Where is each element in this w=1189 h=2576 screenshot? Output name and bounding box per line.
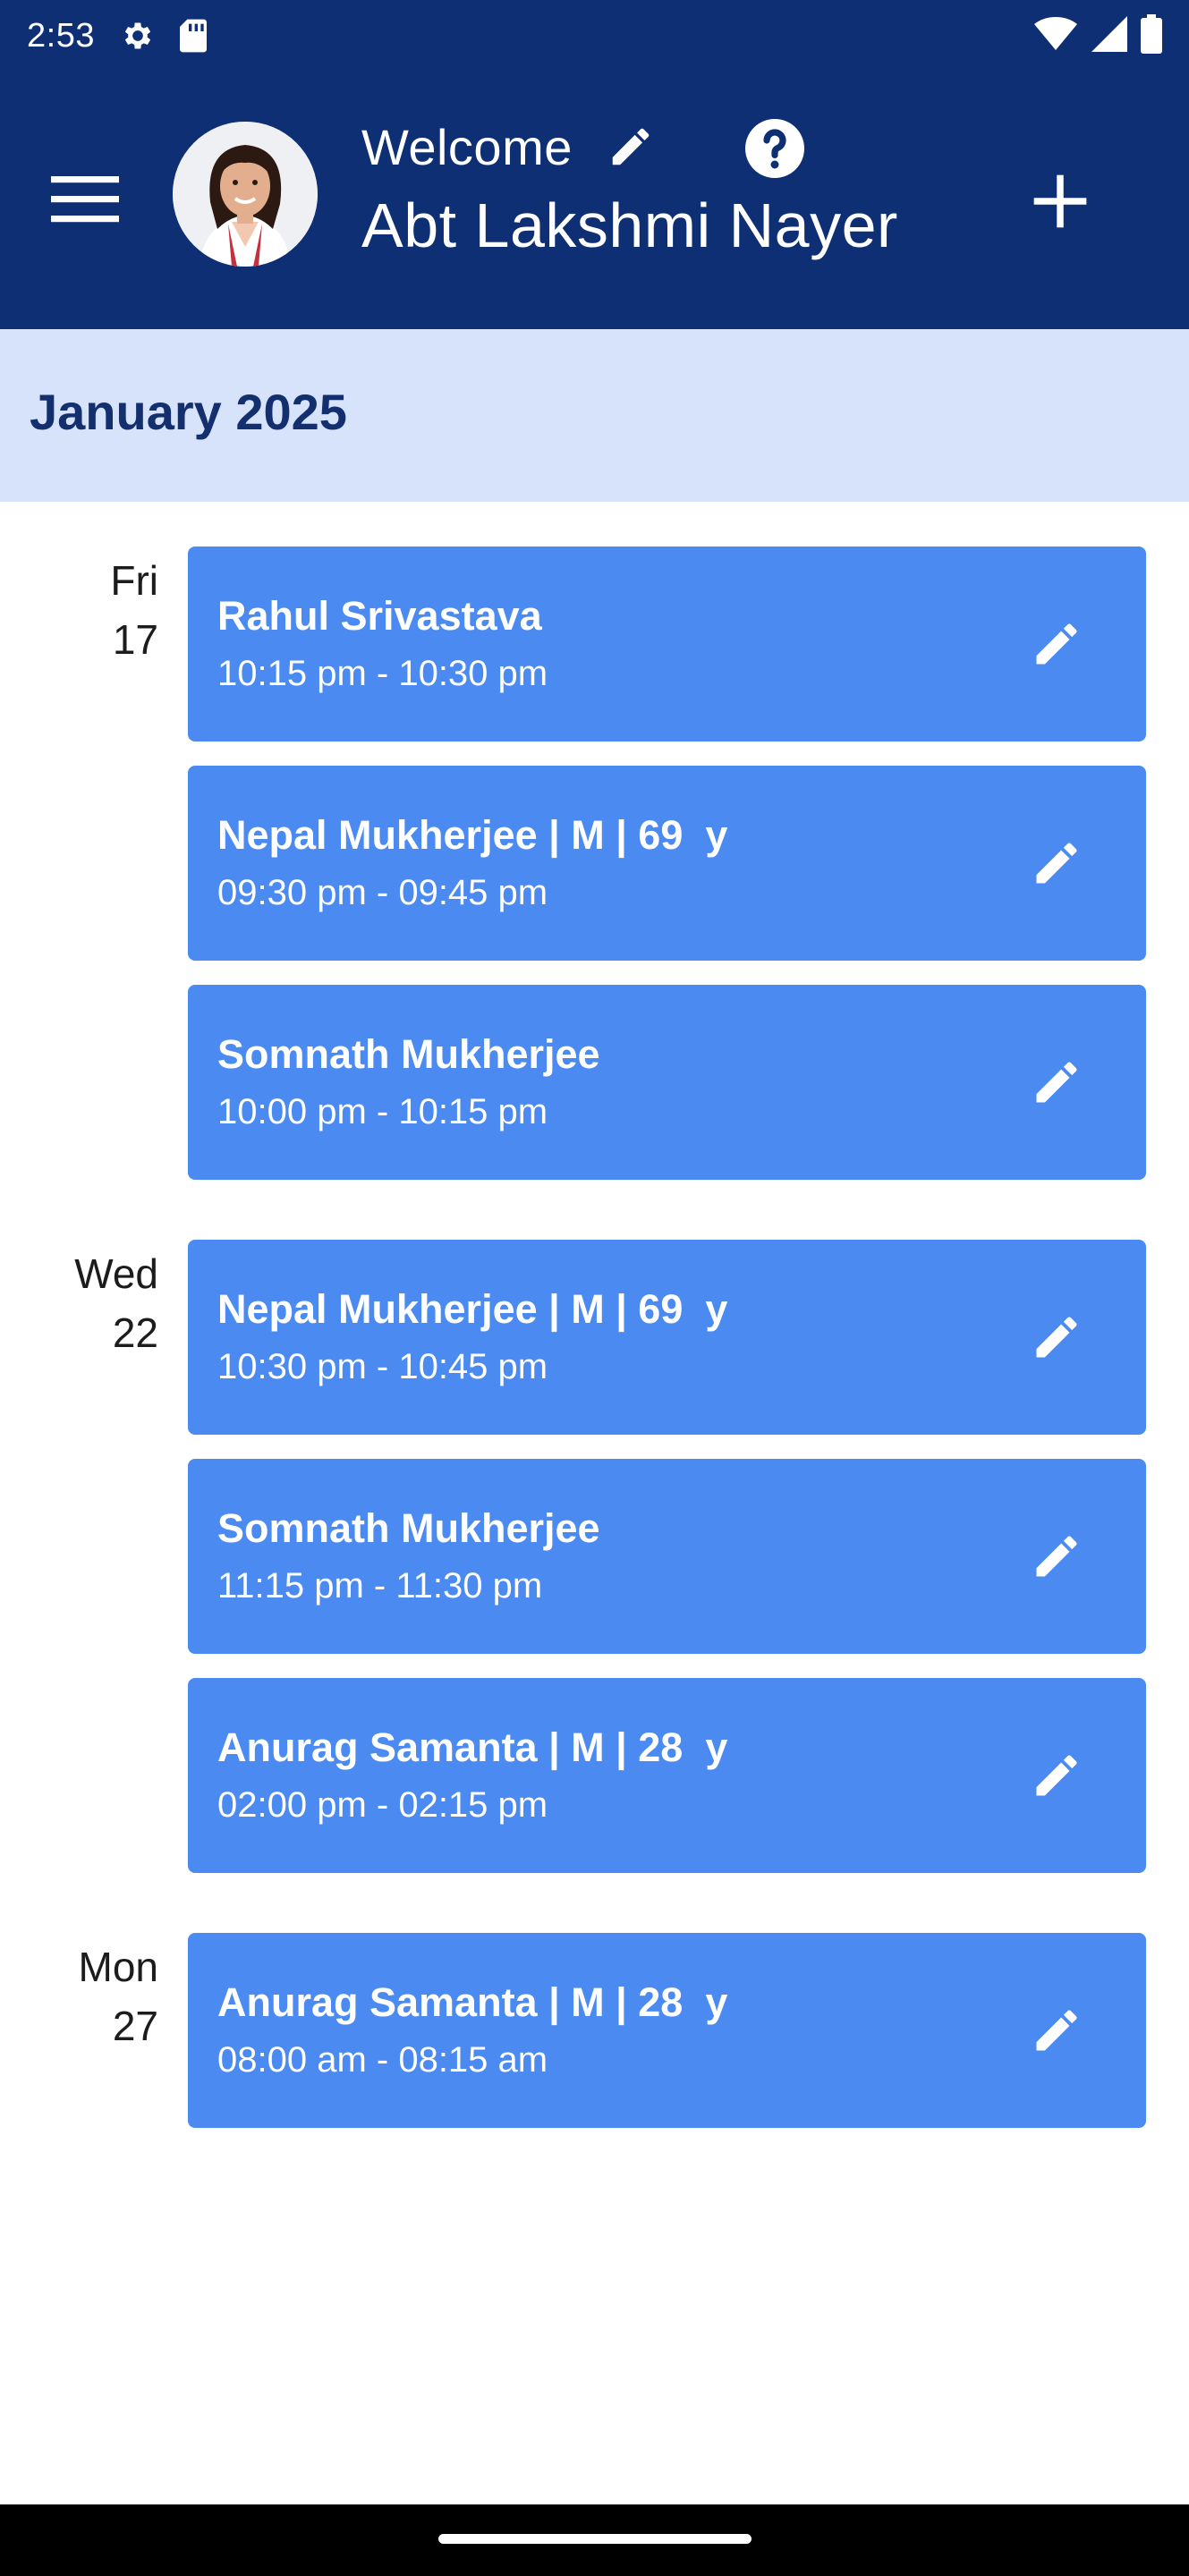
appointment-card[interactable]: Nepal Mukherjee | M | 69 y 10:30 pm - 10… xyxy=(188,1240,1146,1435)
pencil-icon xyxy=(1036,843,1077,884)
appointment-card[interactable]: Rahul Srivastava 10:15 pm - 10:30 pm xyxy=(188,547,1146,741)
appointment-title: Rahul Srivastava xyxy=(217,593,542,639)
pencil-icon xyxy=(1036,1317,1077,1358)
appointment-time: 10:15 pm - 10:30 pm xyxy=(217,654,548,693)
edit-appointment-button[interactable] xyxy=(1021,608,1092,680)
day-weekday: Mon xyxy=(78,1944,158,1990)
status-indicators xyxy=(1033,13,1162,58)
user-avatar[interactable] xyxy=(173,122,318,267)
help-button[interactable] xyxy=(743,116,807,181)
edit-appointment-button[interactable] xyxy=(1021,1301,1092,1373)
appointment-time: 08:00 am - 08:15 am xyxy=(217,2040,548,2080)
edit-profile-button[interactable] xyxy=(599,115,662,178)
pencil-icon xyxy=(1036,2010,1077,2051)
day-weekday: Fri xyxy=(110,557,158,604)
battery-icon xyxy=(1141,13,1162,58)
day-label: Fri 17 xyxy=(24,551,158,669)
menu-button[interactable] xyxy=(49,168,121,231)
edit-appointment-button[interactable] xyxy=(1021,1740,1092,1811)
day-label: Wed 22 xyxy=(24,1244,158,1362)
edit-appointment-button[interactable] xyxy=(1021,1046,1092,1118)
appointment-card[interactable]: Anurag Samanta | M | 28 y 02:00 pm - 02:… xyxy=(188,1678,1146,1873)
plus-icon xyxy=(1033,174,1087,228)
appointment-time: 10:30 pm - 10:45 pm xyxy=(217,1347,548,1386)
welcome-row: Welcome xyxy=(361,114,662,179)
appointment-time: 11:15 pm - 11:30 pm xyxy=(217,1566,543,1606)
edit-appointment-button[interactable] xyxy=(1021,1521,1092,1592)
appointment-title: Nepal Mukherjee | M | 69 y xyxy=(217,812,728,858)
schedule-screen: 2:53 Welcome Abt Lakshmi Nayer January 2… xyxy=(0,0,1189,2576)
appointment-card[interactable]: Anurag Samanta | M | 28 y 08:00 am - 08:… xyxy=(188,1933,1146,2128)
appointment-title: Nepal Mukherjee | M | 69 y xyxy=(217,1286,728,1332)
signal-icon xyxy=(1091,15,1128,56)
gear-icon xyxy=(118,16,157,55)
edit-appointment-button[interactable] xyxy=(1021,827,1092,899)
pencil-icon xyxy=(1036,1755,1077,1796)
day-date: 27 xyxy=(112,2003,158,2049)
status-time: 2:53 xyxy=(27,16,95,55)
appointment-card[interactable]: Somnath Mukherjee 11:15 pm - 11:30 pm xyxy=(188,1459,1146,1654)
user-name: Abt Lakshmi Nayer xyxy=(361,191,898,260)
status-bar: 2:53 xyxy=(0,0,1189,72)
appointment-time: 09:30 pm - 09:45 pm xyxy=(217,873,548,912)
appointment-title: Anurag Samanta | M | 28 y xyxy=(217,1979,728,2025)
sd-card-icon xyxy=(174,16,213,55)
pencil-icon xyxy=(1036,1536,1077,1577)
system-navigation-bar xyxy=(0,2504,1189,2576)
appointment-title: Somnath Mukherjee xyxy=(217,1505,600,1551)
pencil-icon xyxy=(1036,623,1077,665)
pencil-icon xyxy=(1036,1062,1077,1103)
month-title: January 2025 xyxy=(30,384,347,440)
welcome-label: Welcome xyxy=(361,118,573,175)
appointment-card[interactable]: Somnath Mukherjee 10:00 pm - 10:15 pm xyxy=(188,985,1146,1180)
hamburger-menu-icon xyxy=(51,176,119,223)
day-date: 17 xyxy=(112,616,158,663)
month-header: January 2025 xyxy=(0,329,1189,502)
add-appointment-button[interactable] xyxy=(1020,161,1100,242)
appointment-time: 02:00 pm - 02:15 pm xyxy=(217,1785,548,1825)
home-gesture-handle[interactable] xyxy=(438,2534,752,2544)
app-header: Welcome Abt Lakshmi Nayer xyxy=(0,72,1189,329)
day-date: 22 xyxy=(112,1309,158,1356)
edit-appointment-button[interactable] xyxy=(1021,1995,1092,2066)
day-label: Mon 27 xyxy=(24,1937,158,2055)
appointment-title: Anurag Samanta | M | 28 y xyxy=(217,1724,728,1770)
help-icon xyxy=(745,119,804,178)
pencil-icon xyxy=(612,128,650,165)
appointment-title: Somnath Mukherjee xyxy=(217,1031,600,1077)
appointment-card[interactable]: Nepal Mukherjee | M | 69 y 09:30 pm - 09… xyxy=(188,766,1146,961)
wifi-icon xyxy=(1033,16,1078,56)
day-weekday: Wed xyxy=(74,1250,158,1297)
appointment-time: 10:00 pm - 10:15 pm xyxy=(217,1092,548,1131)
